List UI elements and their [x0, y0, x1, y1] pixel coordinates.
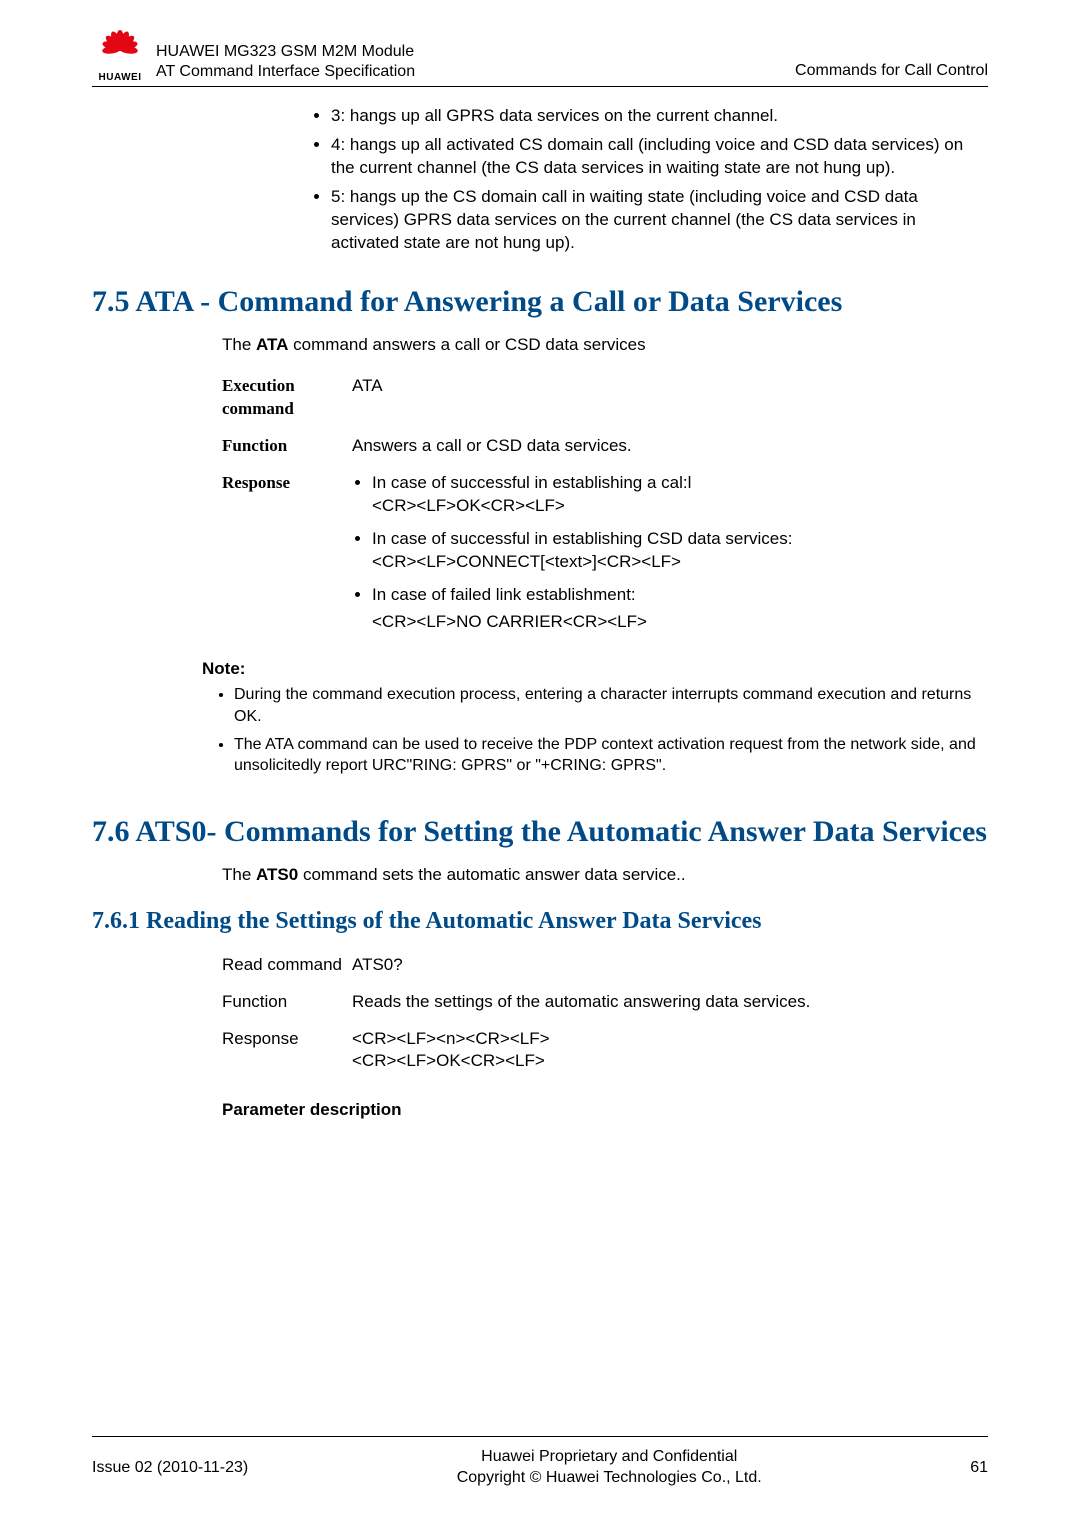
label-read-command: Read command [222, 954, 352, 977]
ats0-definition-table: Read command ATS0? Function Reads the se… [222, 954, 988, 1074]
header-title-line2: AT Command Interface Specification [156, 62, 795, 82]
label-execution-command: Execution command [222, 375, 352, 421]
label-function: Function [222, 991, 352, 1014]
footer-page-number: 61 [970, 1457, 988, 1479]
value-response: In case of successful in establishing a … [352, 472, 988, 644]
huawei-petals-icon [98, 30, 142, 66]
response-item: In case of successful in establishing a … [372, 472, 988, 518]
bullet-item: 5: hangs up the CS domain call in waitin… [331, 186, 988, 255]
label-response: Response [222, 472, 352, 644]
value-execution-command: ATA [352, 375, 988, 421]
value-response: <CR><LF><n><CR><LF> <CR><LF>OK<CR><LF> [352, 1028, 988, 1074]
cmd-ats0: ATS0 [256, 865, 298, 884]
huawei-logo-text: HUAWEI [92, 71, 148, 85]
note-title: Note: [202, 658, 988, 681]
continuation-bullets: 3: hangs up all GPRS data services on th… [307, 105, 988, 255]
footer-issue: Issue 02 (2010-11-23) [92, 1457, 248, 1479]
note-item: The ATA command can be used to receive t… [234, 734, 988, 777]
section-7-6-heading: 7.6 ATS0- Commands for Setting the Autom… [92, 813, 988, 851]
response-item-body: <CR><LF>NO CARRIER<CR><LF> [372, 611, 988, 634]
label-response: Response [222, 1028, 352, 1074]
section-7-5-intro: The ATA command answers a call or CSD da… [222, 334, 988, 357]
value-function: Answers a call or CSD data services. [352, 435, 988, 458]
label-function: Function [222, 435, 352, 458]
header-title-line1: HUAWEI MG323 GSM M2M Module [156, 42, 795, 62]
section-7-6-1-heading: 7.6.1 Reading the Settings of the Automa… [92, 905, 988, 937]
response-item: In case of failed link establishment: [372, 584, 988, 607]
bullet-item: 4: hangs up all activated CS domain call… [331, 134, 988, 180]
note-block: Note: During the command execution proce… [202, 658, 988, 777]
bullet-item: 3: hangs up all GPRS data services on th… [331, 105, 988, 128]
header-titles: HUAWEI MG323 GSM M2M Module AT Command I… [156, 42, 795, 84]
page-footer: Issue 02 (2010-11-23) Huawei Proprietary… [92, 1436, 988, 1489]
response-item: In case of successful in establishing CS… [372, 528, 988, 574]
cmd-ata: ATA [256, 335, 288, 354]
page-header: HUAWEI HUAWEI MG323 GSM M2M Module AT Co… [92, 30, 988, 87]
header-section-name: Commands for Call Control [795, 60, 988, 84]
note-item: During the command execution process, en… [234, 684, 988, 727]
section-7-6-intro: The ATS0 command sets the automatic answ… [222, 864, 988, 887]
value-read-command: ATS0? [352, 954, 988, 977]
footer-center: Huawei Proprietary and Confidential Copy… [248, 1447, 970, 1489]
parameter-description-heading: Parameter description [222, 1099, 988, 1122]
section-7-5-heading: 7.5 ATA - Command for Answering a Call o… [92, 283, 988, 321]
value-function: Reads the settings of the automatic answ… [352, 991, 988, 1014]
ata-definition-table: Execution command ATA Function Answers a… [222, 375, 988, 643]
huawei-logo: HUAWEI [92, 30, 148, 84]
